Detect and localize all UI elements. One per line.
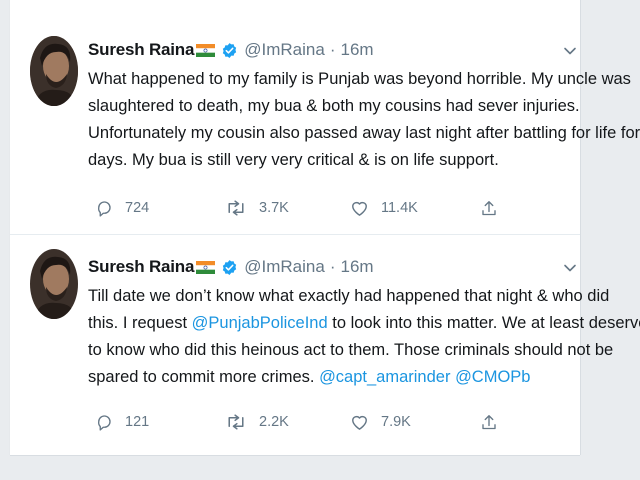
- tweet-header: Suresh Raina @ImRaina · 16m: [88, 255, 374, 279]
- heart-icon: [352, 201, 367, 216]
- share-icon: [482, 415, 496, 430]
- retweet-icon: [228, 200, 244, 216]
- mention-link[interactable]: @CMOPb: [455, 368, 530, 386]
- share-button[interactable]: [480, 199, 510, 218]
- text-fragment: to look into this matter. We at least de…: [327, 314, 640, 332]
- like-button[interactable]: 7.9K: [350, 413, 411, 431]
- avatar[interactable]: [30, 36, 78, 106]
- reply-button[interactable]: 121: [95, 413, 149, 431]
- tweet-text-line: days. My bua is still very very critical…: [88, 151, 499, 169]
- tweet-text: What happened to my family is Punjab was…: [88, 66, 640, 174]
- reply-count: 121: [125, 414, 150, 430]
- mention-link[interactable]: @PunjabPoliceInd: [192, 314, 328, 332]
- timestamp[interactable]: 16m: [340, 257, 373, 277]
- avatar[interactable]: [30, 249, 78, 319]
- tweet-actions: 121 2.2K 7.9K: [95, 413, 515, 435]
- tweet-text-line: this. I request @PunjabPoliceInd to look…: [88, 310, 640, 337]
- like-count: 7.9K: [381, 414, 411, 430]
- timestamp[interactable]: 16m: [340, 40, 373, 60]
- verified-badge-icon: [223, 259, 237, 275]
- separator-dot: ·: [329, 40, 336, 59]
- tweet-text-line: Till date we don’t know what exactly had…: [88, 287, 610, 305]
- tweet-text-line: Unfortunately my cousin also passed away…: [88, 124, 640, 142]
- reply-icon: [98, 415, 111, 431]
- heart-icon: [352, 415, 367, 430]
- tweet-text: Till date we don’t know what exactly had…: [88, 283, 640, 391]
- author-handle[interactable]: @ImRaina: [244, 40, 325, 60]
- chevron-down-icon[interactable]: [563, 261, 577, 275]
- tweet-text-line: spared to commit more crimes. @capt_amar…: [88, 364, 578, 391]
- tweet-text-line: to know who did this heinous act to them…: [88, 341, 614, 359]
- india-flag-icon: [196, 43, 216, 57]
- timeline-card: Suresh Raina @ImRaina · 16m What happene…: [10, 0, 640, 455]
- reply-count: 724: [125, 200, 150, 216]
- tweet-actions: 724 3.7K 11.4K: [95, 199, 515, 221]
- retweet-icon: [228, 414, 244, 430]
- reply-icon: [98, 201, 111, 217]
- retweet-button[interactable]: 2.2K: [225, 413, 289, 431]
- india-flag-icon: [196, 260, 216, 274]
- like-button[interactable]: 11.4K: [350, 199, 418, 217]
- tweet-text-line: What happened to my family is Punjab was…: [88, 70, 631, 88]
- text-fragment: spared to commit more crimes.: [88, 368, 320, 386]
- tweet-header: Suresh Raina @ImRaina · 16m: [88, 38, 374, 62]
- separator-dot: ·: [329, 257, 336, 276]
- text-fragment: this. I request: [88, 314, 192, 332]
- author-name[interactable]: Suresh Raina: [88, 40, 194, 60]
- share-button[interactable]: [480, 413, 510, 432]
- mention-link[interactable]: @capt_amarinder: [319, 368, 450, 386]
- retweet-button[interactable]: 3.7K: [225, 199, 289, 217]
- retweet-count: 2.2K: [259, 414, 289, 430]
- verified-badge-icon: [223, 42, 237, 58]
- tweet-text-line: slaughtered to death, my bua & both my c…: [88, 97, 580, 115]
- share-icon: [482, 201, 496, 216]
- like-count: 11.4K: [381, 200, 418, 216]
- reply-button[interactable]: 724: [95, 199, 149, 217]
- author-name[interactable]: Suresh Raina: [88, 257, 194, 277]
- author-handle[interactable]: @ImRaina: [244, 257, 325, 277]
- chevron-down-icon[interactable]: [563, 44, 577, 58]
- retweet-count: 3.7K: [259, 200, 289, 216]
